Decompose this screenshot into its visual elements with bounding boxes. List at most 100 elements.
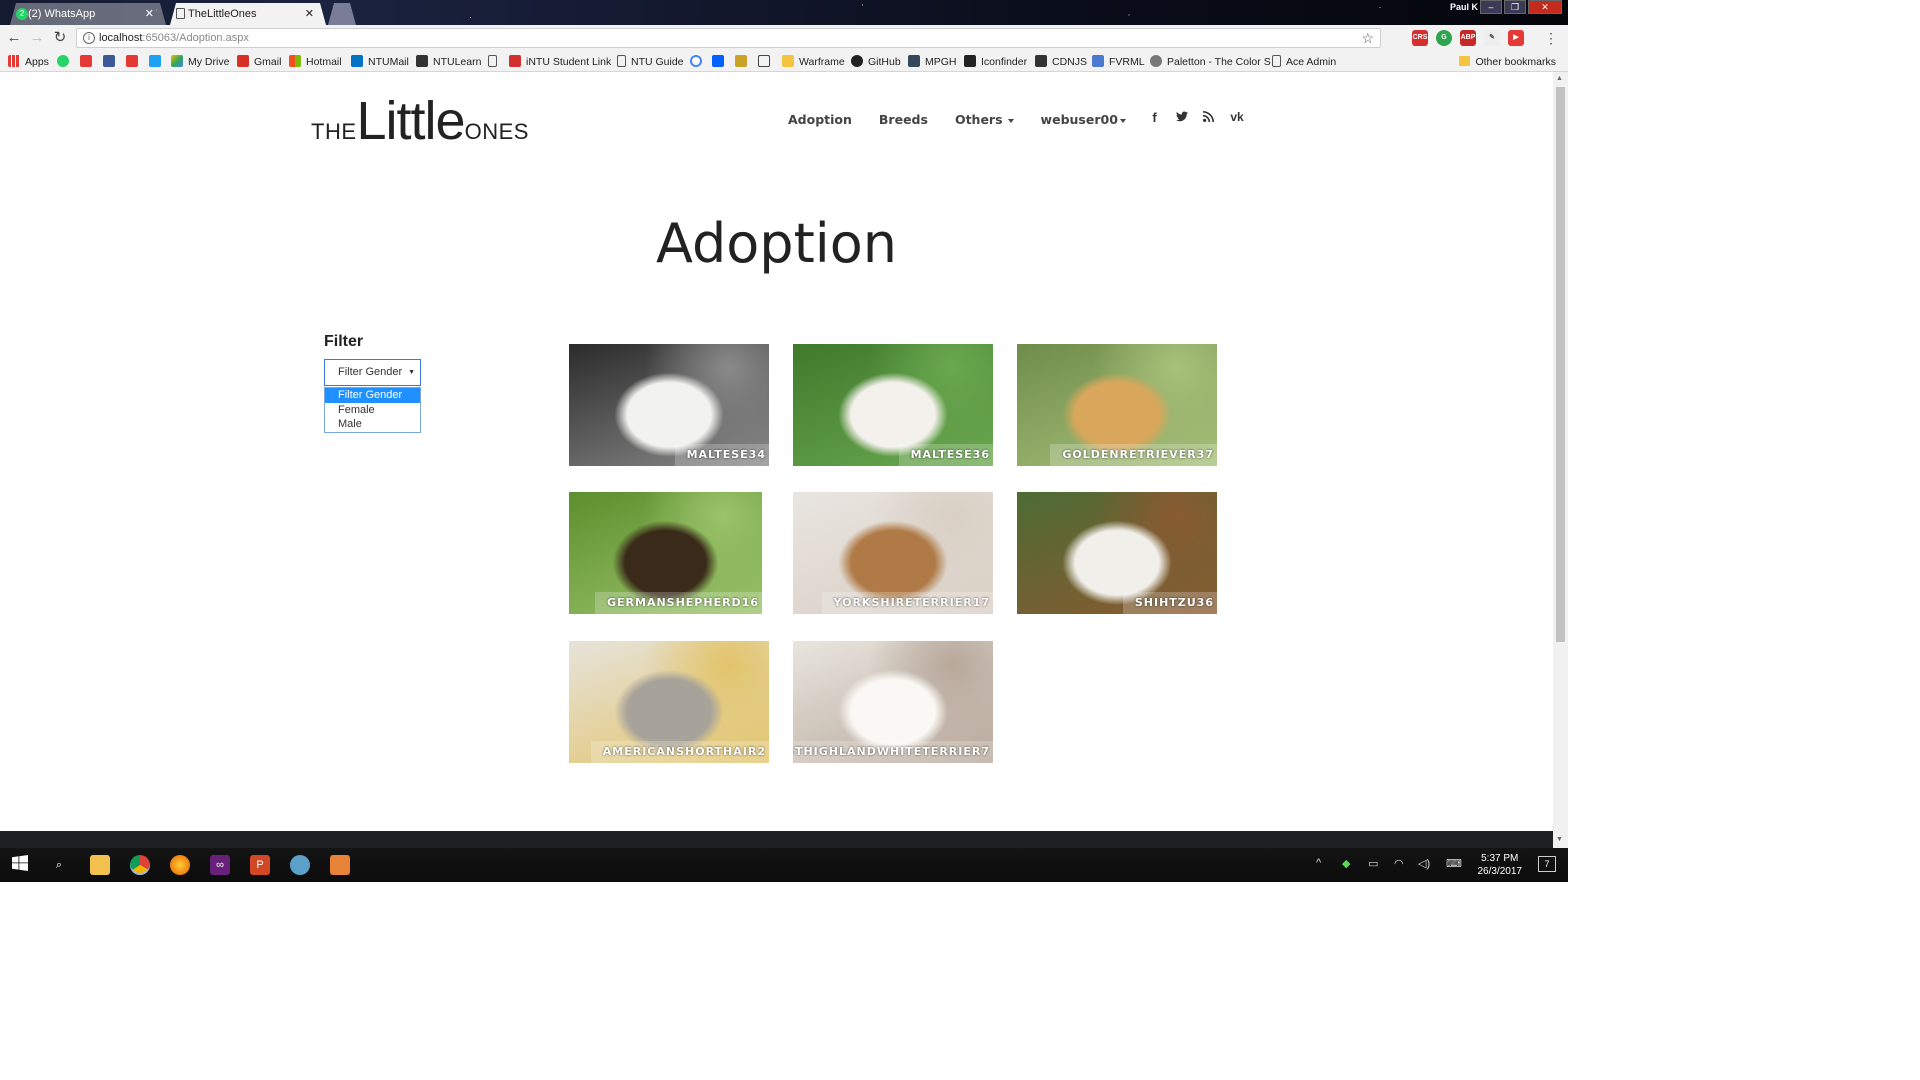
rss-icon[interactable] — [1202, 110, 1215, 125]
back-icon[interactable]: ← — [5, 29, 23, 47]
bookmark-intu[interactable]: iNTU Student Link — [509, 54, 611, 70]
bookmark-label: Paletton - The Color S — [1167, 56, 1271, 68]
bookmark-my-drive[interactable]: My Drive — [171, 54, 229, 70]
browser-toolbar: ← → ↻ i localhost:65063/Adoption.aspx ☆ … — [0, 25, 1568, 51]
maximize-button[interactable]: ❐ — [1504, 0, 1526, 14]
youtube-ext-icon[interactable]: ▶ — [1508, 30, 1524, 46]
action-center-icon[interactable]: 7 — [1538, 856, 1556, 872]
forward-icon[interactable]: → — [28, 29, 46, 47]
app-icon[interactable] — [330, 855, 350, 875]
volume-icon[interactable]: ◁) — [1418, 857, 1430, 870]
option-male[interactable]: Male — [325, 417, 420, 432]
nav-others[interactable]: Others — [955, 112, 1014, 127]
firefox-icon[interactable] — [170, 855, 190, 875]
windows-start-icon[interactable] — [10, 855, 30, 875]
bookmark-facebook[interactable] — [103, 54, 120, 70]
wifi-icon[interactable]: ◠ — [1394, 857, 1404, 870]
extensions: CRS G ABP ✎ ▶ — [1412, 30, 1524, 46]
bookmark-apps[interactable]: Apps — [8, 54, 49, 70]
powerpoint-icon[interactable]: P — [250, 855, 270, 875]
whatsapp-icon: 2 — [16, 8, 28, 20]
pet-name: MALTESE36 — [898, 444, 993, 466]
paint-icon[interactable] — [290, 855, 310, 875]
tab-whatsapp[interactable]: 2 (2) WhatsApp ✕ — [10, 3, 166, 25]
bookmark-ntu-guide[interactable]: NTU Guide — [617, 54, 684, 70]
chevron-down-icon — [1007, 118, 1014, 123]
bookmark-star-icon[interactable]: ☆ — [1361, 29, 1374, 47]
pet-name: GOLDENRETRIEVER37 — [1050, 444, 1217, 466]
page-scrollbar[interactable]: ▲ ▼ — [1553, 72, 1568, 848]
keyboard-icon[interactable]: ⌨ — [1446, 857, 1462, 870]
file-explorer-icon[interactable] — [90, 855, 110, 875]
bookmark-twitter[interactable] — [149, 54, 166, 70]
nav-adoption[interactable]: Adoption — [788, 112, 852, 127]
bookmark-warframe[interactable]: Warframe — [782, 54, 845, 70]
address-bar[interactable]: i localhost:65063/Adoption.aspx ☆ — [76, 28, 1381, 48]
bookmark-paletton[interactable]: Paletton - The Color S — [1150, 54, 1271, 70]
pet-card[interactable]: WESTHIGHLANDWHITETERRIER7 — [793, 641, 993, 763]
minimize-button[interactable]: – — [1480, 0, 1502, 14]
dropbox-tray-icon[interactable]: ◆ — [1342, 857, 1350, 870]
bookmark-ntulearn[interactable]: NTULearn — [416, 54, 481, 70]
bookmarks-bar: Apps My Drive Gmail Hotmail NTUMail NTUL… — [0, 51, 1568, 72]
bookmark-ace-admin[interactable]: Ace Admin — [1272, 54, 1336, 70]
reload-icon[interactable]: ↻ — [51, 29, 69, 47]
nav-user-label: webuser00 — [1040, 112, 1118, 127]
bookmark-mpgh[interactable]: MPGH — [908, 54, 957, 70]
bookmark-label: Hotmail — [306, 56, 342, 68]
bookmark-x[interactable] — [80, 54, 97, 70]
visual-studio-icon[interactable]: ∞ — [210, 855, 230, 875]
facebook-icon[interactable]: f — [1148, 110, 1161, 125]
pet-card[interactable]: SHIHTZU36 — [1017, 492, 1217, 614]
bookmark-cdnjs[interactable]: CDNJS — [1035, 54, 1087, 70]
pet-card[interactable]: MALTESE34 — [569, 344, 769, 466]
bookmark-fvrml[interactable]: FVRML — [1092, 54, 1145, 70]
option-filter-gender[interactable]: Filter Gender — [325, 388, 420, 403]
bookmark-shield[interactable] — [735, 54, 752, 70]
grammarly-icon[interactable]: G — [1436, 30, 1452, 46]
battery-icon[interactable]: ▭ — [1368, 857, 1378, 870]
bookmark-dropbox[interactable] — [712, 54, 729, 70]
bookmark-whatsapp[interactable] — [57, 54, 74, 70]
close-tab-icon[interactable]: ✕ — [145, 3, 154, 25]
search-icon[interactable]: ⌕ — [49, 855, 69, 875]
adblock-icon[interactable]: ABP — [1460, 30, 1476, 46]
close-window-button[interactable]: ✕ — [1528, 0, 1562, 14]
pet-card[interactable]: YORKSHIRETERRIER17 — [793, 492, 993, 614]
pet-card[interactable]: MALTESE36 — [793, 344, 993, 466]
browser-menu-icon[interactable]: ⋮ — [1544, 28, 1558, 48]
close-tab-icon[interactable]: ✕ — [305, 3, 314, 25]
scroll-down-icon[interactable]: ▼ — [1556, 836, 1563, 843]
vk-icon[interactable]: vk — [1229, 110, 1245, 125]
extension-icon[interactable]: CRS — [1412, 30, 1428, 46]
site-logo[interactable]: THELittleONES — [311, 90, 529, 152]
bookmark-iconfinder[interactable]: Iconfinder — [964, 54, 1027, 70]
bookmark-monitor[interactable] — [758, 54, 775, 70]
tab-thelittleones[interactable]: TheLittleOnes ✕ — [170, 3, 326, 25]
scroll-thumb[interactable] — [1556, 87, 1565, 642]
tray-overflow-icon[interactable]: ^ — [1316, 857, 1321, 869]
browser-user-profile[interactable]: Paul K — [1450, 2, 1478, 12]
bookmark-google[interactable] — [690, 54, 707, 70]
other-bookmarks[interactable]: Other bookmarks — [1459, 54, 1556, 70]
bookmark-ntumail[interactable]: NTUMail — [351, 54, 409, 70]
bookmark-gmail[interactable]: Gmail — [237, 54, 281, 70]
chrome-icon[interactable] — [130, 855, 150, 875]
system-clock[interactable]: 5:37 PM 26/3/2017 — [1478, 852, 1523, 878]
bookmark-youtube[interactable] — [126, 54, 143, 70]
pet-card[interactable]: GERMANSHEPHERD16 — [569, 492, 762, 614]
gender-filter-select[interactable]: Filter Gender ▼ — [324, 359, 421, 386]
eyedropper-icon[interactable]: ✎ — [1484, 30, 1500, 46]
twitter-icon[interactable] — [1175, 110, 1188, 125]
nav-user[interactable]: webuser00 — [1041, 112, 1126, 127]
info-icon[interactable]: i — [83, 32, 95, 44]
nav-breeds[interactable]: Breeds — [879, 112, 928, 127]
bookmark-hotmail[interactable]: Hotmail — [289, 54, 342, 70]
new-tab-button[interactable] — [328, 3, 356, 25]
pet-card[interactable]: AMERICANSHORTHAIR2 — [569, 641, 769, 763]
pet-card[interactable]: GOLDENRETRIEVER37 — [1017, 344, 1217, 466]
bookmark-page[interactable] — [488, 54, 502, 70]
scroll-up-icon[interactable]: ▲ — [1556, 75, 1563, 82]
option-female[interactable]: Female — [325, 403, 420, 418]
bookmark-github[interactable]: GitHub — [851, 54, 901, 70]
